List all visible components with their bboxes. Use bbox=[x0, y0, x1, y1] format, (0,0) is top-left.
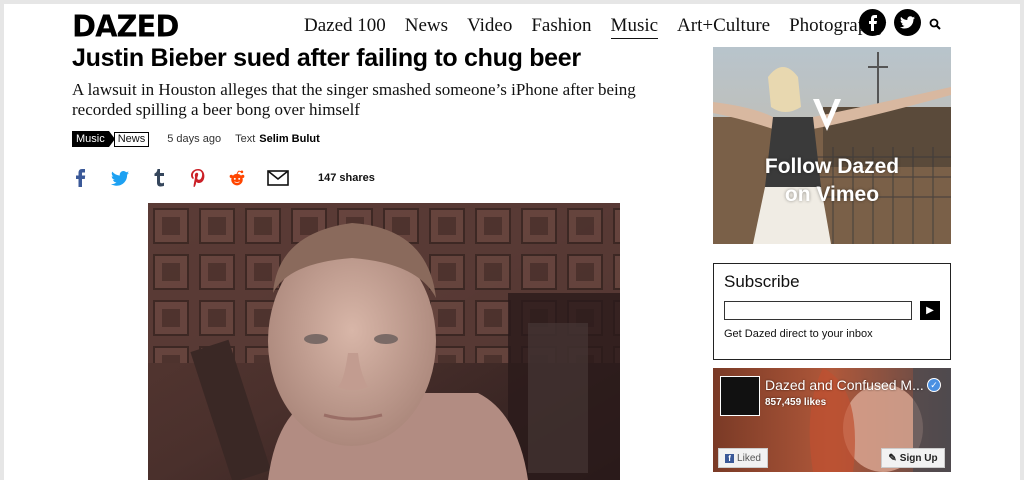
facebook-signup-label: Sign Up bbox=[899, 452, 938, 464]
facebook-page-name[interactable]: Dazed and Confused M... bbox=[765, 377, 925, 393]
tag-news[interactable]: News bbox=[113, 131, 150, 147]
facebook-liked-button[interactable]: f Liked bbox=[718, 448, 768, 468]
subscribe-submit-button[interactable]: ▶ bbox=[920, 301, 940, 320]
twitter-share-icon[interactable] bbox=[111, 167, 129, 189]
pencil-icon: ✎ bbox=[888, 452, 897, 464]
vimeo-promo-line2: on Vimeo bbox=[784, 183, 880, 206]
subscribe-title: Subscribe bbox=[724, 272, 800, 291]
facebook-page-avatar[interactable] bbox=[720, 376, 760, 416]
facebook-icon bbox=[868, 14, 877, 31]
article-date: 5 days ago bbox=[167, 133, 222, 145]
nav-video[interactable]: Video bbox=[467, 14, 512, 39]
subscribe-email-input[interactable] bbox=[724, 301, 912, 320]
facebook-small-icon: f bbox=[725, 453, 735, 463]
article-subhead: A lawsuit in Houston alleges that the si… bbox=[72, 80, 636, 119]
vimeo-promo-line1: Follow Dazed bbox=[764, 155, 900, 178]
facebook-header-button[interactable] bbox=[859, 9, 886, 36]
nav-dazed-100[interactable]: Dazed 100 bbox=[304, 14, 386, 39]
hero-photo bbox=[148, 203, 620, 480]
share-count: 147 shares bbox=[318, 172, 375, 184]
article-meta: Music News 5 days ago Text Selim Bulut bbox=[72, 131, 320, 147]
facebook-liked-label: Liked bbox=[737, 452, 761, 464]
twitter-icon bbox=[900, 16, 915, 29]
article-hero-image[interactable] bbox=[148, 203, 620, 480]
subscribe-box: Subscribe ▶ Get Dazed direct to your inb… bbox=[713, 263, 951, 360]
nav-art-culture[interactable]: Art+Culture bbox=[677, 14, 770, 39]
subscribe-note: Get Dazed direct to your inbox bbox=[724, 328, 873, 340]
dazed-logo[interactable]: DAZED bbox=[72, 7, 179, 45]
email-share-icon[interactable] bbox=[267, 167, 289, 189]
author-label: Text bbox=[235, 133, 256, 145]
facebook-likes-count: 857,459 likes bbox=[765, 397, 827, 408]
nav-news[interactable]: News bbox=[405, 14, 448, 39]
nav-music[interactable]: Music bbox=[610, 14, 659, 39]
vimeo-promo[interactable]: Follow Dazed on Vimeo bbox=[713, 47, 951, 244]
facebook-share-icon[interactable] bbox=[72, 167, 90, 189]
reddit-share-icon[interactable] bbox=[228, 167, 246, 189]
nav-fashion[interactable]: Fashion bbox=[531, 14, 591, 39]
verified-badge-icon: ✓ bbox=[927, 378, 941, 392]
tumblr-share-icon[interactable] bbox=[150, 167, 168, 189]
twitter-header-button[interactable] bbox=[894, 9, 921, 36]
main-nav: Dazed 100 News Video Fashion Music Art+C… bbox=[304, 14, 905, 39]
share-bar: 147 shares bbox=[72, 164, 375, 192]
author-name[interactable]: Selim Bulut bbox=[259, 133, 320, 145]
page: DAZED Dazed 100 News Video Fashion Music… bbox=[4, 4, 1020, 480]
tag-music[interactable]: Music bbox=[72, 131, 109, 147]
article-headline: Justin Bieber sued after failing to chug… bbox=[72, 44, 581, 72]
search-icon[interactable] bbox=[929, 17, 941, 30]
facebook-page-widget: Dazed and Confused M... ✓ 857,459 likes … bbox=[713, 368, 951, 472]
pinterest-share-icon[interactable] bbox=[189, 167, 207, 189]
facebook-signup-button[interactable]: ✎ Sign Up bbox=[881, 448, 945, 468]
vimeo-promo-photo bbox=[713, 47, 951, 244]
